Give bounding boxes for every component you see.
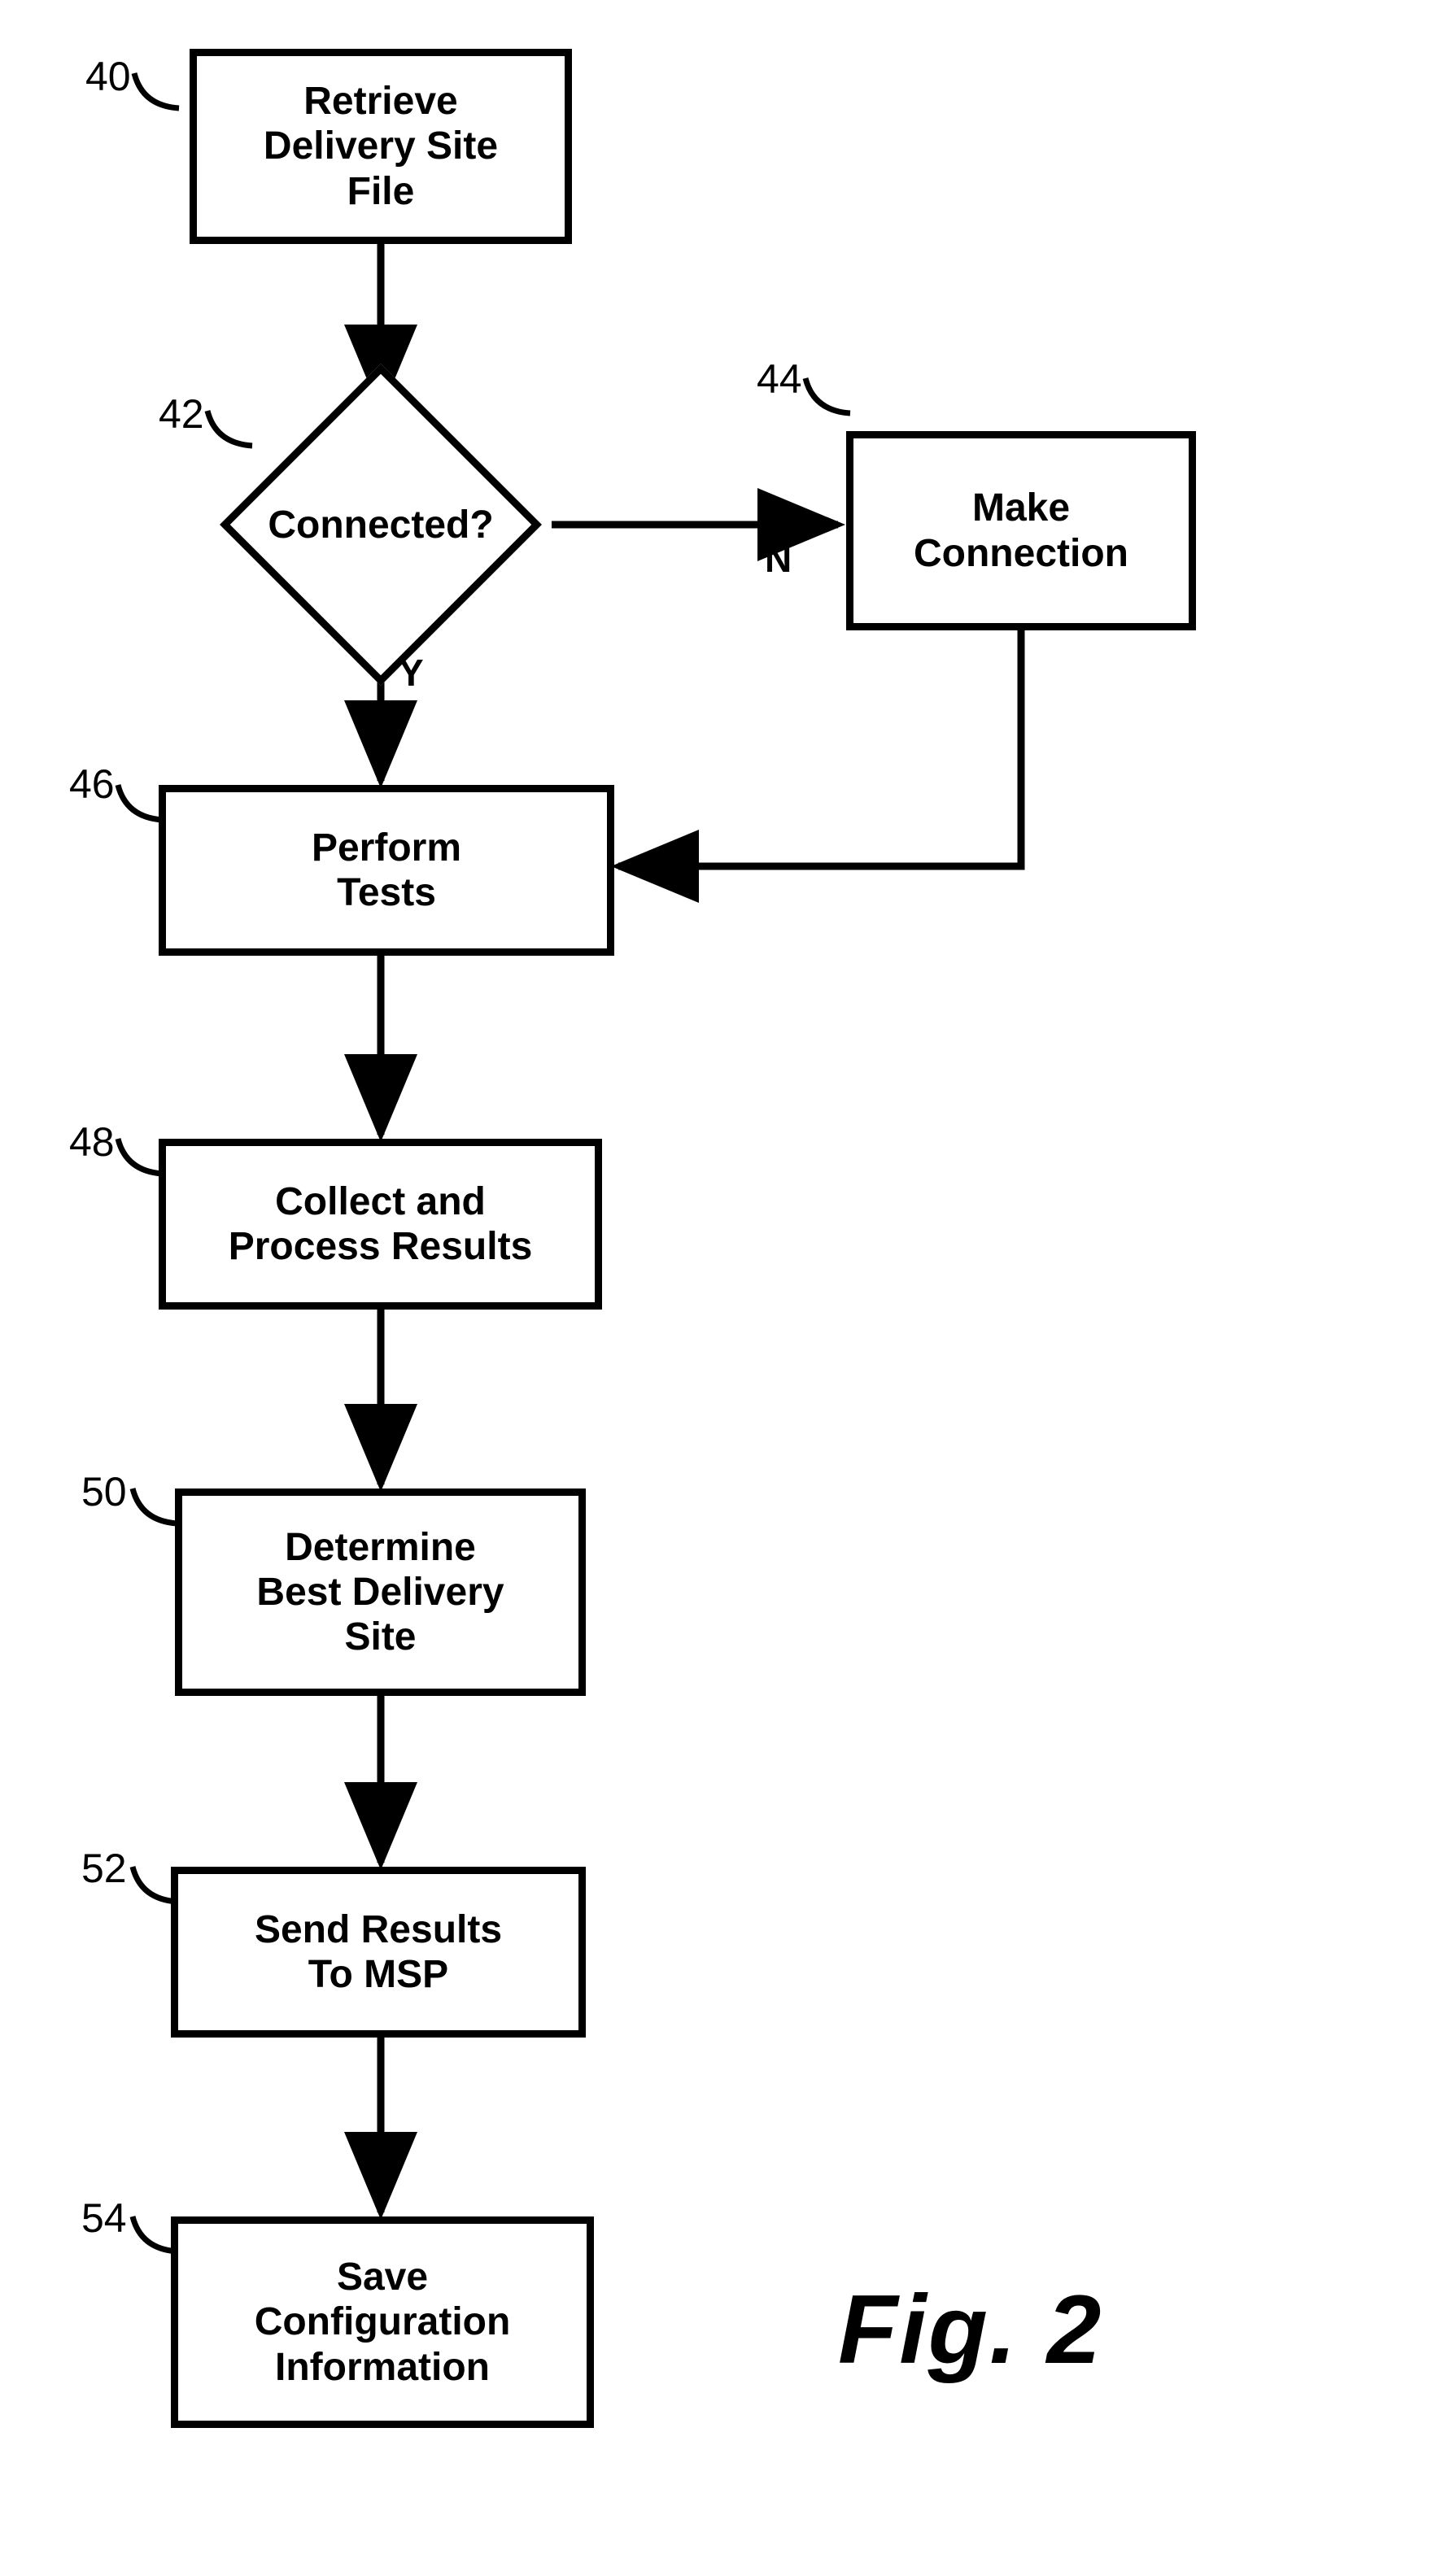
ref-tick-50 — [129, 1484, 186, 1529]
ref-tick-48 — [114, 1135, 171, 1179]
ref-tick-44 — [801, 374, 858, 419]
ref-44: 44 — [757, 355, 802, 403]
figure-label: Fig. 2 — [838, 2273, 1102, 2386]
ref-tick-46 — [114, 781, 171, 826]
node-52: Send ResultsTo MSP — [171, 1867, 586, 2038]
node-52-text: Send ResultsTo MSP — [255, 1907, 502, 1997]
ref-tick-54 — [129, 2212, 186, 2257]
node-42: Connected? — [267, 411, 495, 639]
ref-46: 46 — [69, 761, 115, 808]
node-46-text: PerformTests — [312, 826, 461, 915]
node-48: Collect andProcess Results — [159, 1139, 602, 1310]
ref-tick-52 — [129, 1863, 186, 1907]
ref-54: 54 — [81, 2195, 127, 2242]
node-42-text: Connected? — [267, 411, 495, 639]
ref-52: 52 — [81, 1845, 127, 1892]
ref-50: 50 — [81, 1468, 127, 1515]
node-44: MakeConnection — [846, 431, 1196, 630]
edge-label-yes: Y — [399, 651, 424, 695]
node-46: PerformTests — [159, 785, 614, 956]
ref-tick-42 — [203, 407, 260, 451]
ref-tick-40 — [130, 69, 187, 114]
ref-48: 48 — [69, 1118, 115, 1166]
node-50-text: DetermineBest DeliverySite — [256, 1525, 504, 1660]
ref-40: 40 — [85, 53, 131, 100]
node-54: SaveConfigurationInformation — [171, 2216, 594, 2428]
ref-42: 42 — [159, 390, 204, 438]
node-48-text: Collect andProcess Results — [229, 1179, 533, 1269]
edge-label-no: N — [765, 537, 792, 581]
flowchart-canvas: RetrieveDelivery SiteFile 40 Connected? … — [0, 0, 1436, 2576]
node-50: DetermineBest DeliverySite — [175, 1489, 586, 1696]
edge-44-46 — [618, 630, 1021, 866]
node-54-text: SaveConfigurationInformation — [255, 2255, 511, 2390]
node-40-text: RetrieveDelivery SiteFile — [264, 79, 498, 214]
node-40: RetrieveDelivery SiteFile — [190, 49, 572, 244]
node-44-text: MakeConnection — [914, 486, 1128, 575]
